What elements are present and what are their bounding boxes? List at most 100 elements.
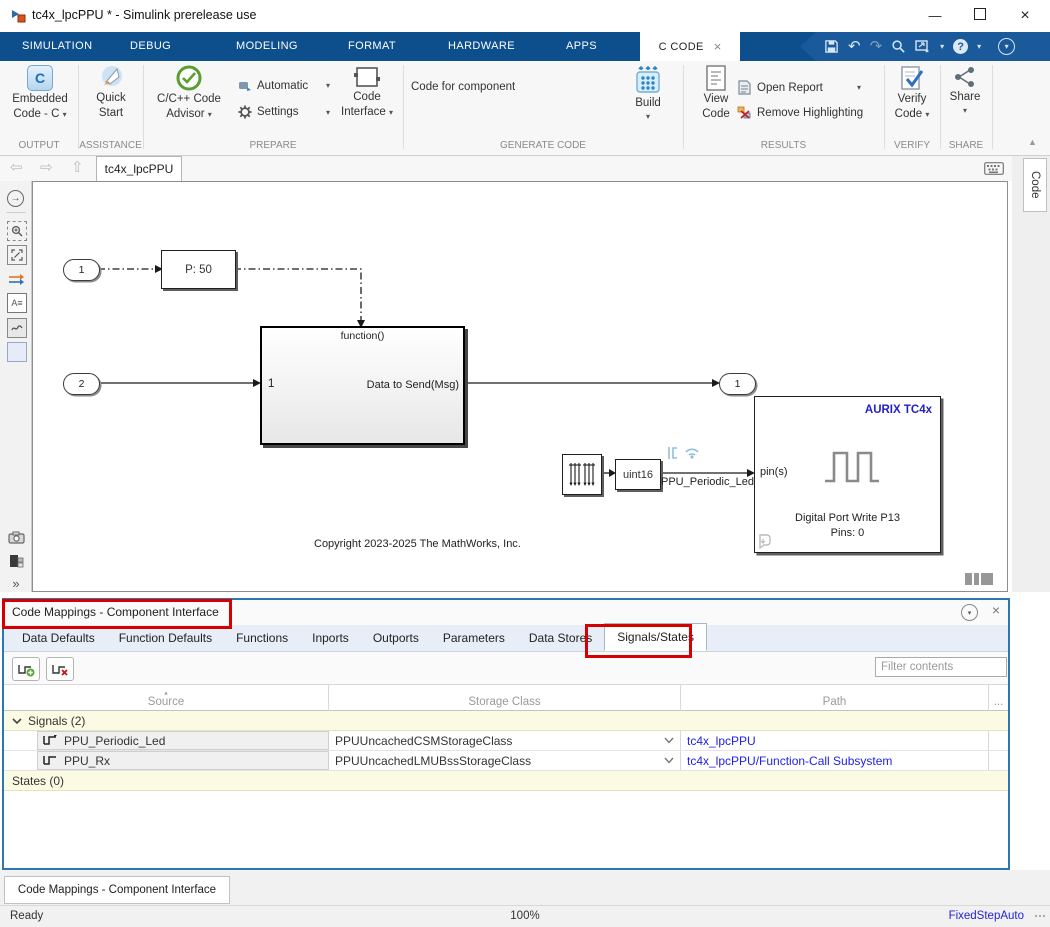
view-code-button[interactable]: View Code (697, 65, 735, 121)
code-for-component-label: Code for component (411, 81, 515, 93)
column-header-source[interactable]: ▲ Source (4, 685, 329, 711)
tab-outports[interactable]: Outports (361, 625, 431, 651)
search-icon[interactable] (891, 39, 906, 54)
nav-forward-icon[interactable]: ⇨ (40, 158, 53, 176)
group-label-results: RESULTS (683, 140, 884, 151)
camera-icon[interactable] (7, 528, 25, 546)
resize-grip[interactable] (1034, 914, 1046, 918)
signal-editor-block[interactable] (562, 454, 602, 495)
dropdown-icon: ▾ (857, 83, 861, 92)
group-divider (683, 65, 684, 149)
aurix-caption-line2: Pins: 0 (755, 527, 940, 539)
zoom-icon[interactable] (7, 221, 27, 241)
signals-group-row[interactable]: Signals (2) (4, 711, 1008, 731)
signal-name-label[interactable]: PPU_Periodic_Led (661, 476, 754, 488)
annotation-icon[interactable]: A≡ (7, 293, 27, 313)
code-advisor-button[interactable]: C/C++ Code Advisor ▾ (146, 65, 232, 121)
tab-c-code[interactable]: C CODE × (640, 32, 740, 61)
panes-layout-icon[interactable] (963, 567, 993, 585)
report-doc-icon (737, 80, 752, 95)
tab-functions[interactable]: Functions (224, 625, 300, 651)
maximize-button[interactable] (965, 6, 995, 26)
tab-apps[interactable]: APPS (558, 32, 605, 61)
undo-icon[interactable]: ↶ (848, 39, 861, 54)
tab-format[interactable]: FORMAT (340, 32, 404, 61)
close-c-code-tab-icon[interactable]: × (714, 39, 722, 54)
tab-signals-states[interactable]: Signals/States (604, 623, 707, 651)
storage-class-select[interactable]: PPUUncachedLMUBssStorageClass (329, 751, 681, 770)
collapse-ribbon-icon[interactable]: ▲ (1028, 137, 1037, 147)
column-header-storage-class[interactable]: Storage Class (329, 685, 681, 711)
column-header-more[interactable]: ... (989, 685, 1008, 711)
dropdown-icon: ▾ (326, 108, 330, 117)
tab-debug[interactable]: DEBUG (122, 32, 179, 61)
signal-routing-icon[interactable] (7, 270, 25, 288)
path-link[interactable]: tc4x_lpcPPU/Function-Call Subsystem (681, 751, 989, 770)
code-side-tab[interactable]: Code (1023, 158, 1047, 212)
hide-explorer-icon[interactable]: → (7, 190, 24, 207)
tab-modeling[interactable]: MODELING (228, 32, 306, 61)
filter-contents-input[interactable] (875, 657, 1007, 677)
nav-back-icon[interactable]: ⇦ (10, 158, 23, 176)
table-row[interactable]: PPU_Periodic_Led PPUUncachedCSMStorageCl… (4, 731, 1008, 751)
tab-simulation[interactable]: SIMULATION (14, 32, 100, 61)
help-icon[interactable]: ? (953, 39, 968, 54)
p-50-block[interactable]: P: 50 (161, 250, 236, 289)
minimize-button[interactable]: — (920, 6, 950, 26)
function-call-subsystem-block[interactable]: function() 1 Data to Send(Msg) (260, 326, 465, 445)
tab-function-defaults[interactable]: Function Defaults (107, 625, 224, 651)
dropdown-icon: ▾ (646, 112, 650, 121)
tab-parameters[interactable]: Parameters (431, 625, 517, 651)
add-signal-button[interactable] (12, 657, 40, 681)
remove-highlighting-button[interactable]: Remove Highlighting (737, 105, 877, 120)
panel-tab-bar: Data Defaults Function Defaults Function… (4, 625, 1008, 652)
save-icon[interactable] (824, 39, 839, 54)
aurix-digital-port-write-block[interactable]: AURIX TC4x pin(s) Digital Port Write P13… (754, 396, 941, 553)
states-group-row[interactable]: States (0) (4, 771, 1008, 791)
diagram-canvas[interactable]: 1 P: 50 2 function() 1 Data to Send(Msg)… (32, 181, 1008, 592)
code-mappings-bottom-tab[interactable]: Code Mappings - Component Interface (4, 876, 230, 904)
outport-1-block[interactable]: 1 (719, 373, 756, 395)
storage-class-select[interactable]: PPUUncachedCSMStorageClass (329, 731, 681, 750)
subsystem-outport-label: Data to Send(Msg) (367, 379, 459, 391)
breadcrumb[interactable]: tc4x_lpcPPU (96, 156, 182, 181)
layout-icon[interactable] (915, 40, 931, 54)
panel-minimize-icon[interactable]: ▾ (961, 604, 978, 621)
share-button[interactable]: Share ▾ (944, 65, 986, 115)
nav-up-icon[interactable]: ⇧ (71, 158, 84, 176)
help-dropdown-icon[interactable]: ▾ (977, 42, 981, 51)
panel-close-icon[interactable]: × (992, 602, 1000, 618)
capture-image-icon[interactable] (7, 552, 25, 570)
table-row[interactable]: PPU_Rx PPUUncachedLMUBssStorageClass tc4… (4, 751, 1008, 771)
embedded-code-button[interactable]: C Embedded Code - C ▾ (6, 65, 74, 121)
path-link[interactable]: tc4x_lpcPPU (681, 731, 989, 750)
inport-1-block[interactable]: 1 (63, 259, 100, 281)
tab-hardware[interactable]: HARDWARE (440, 32, 523, 61)
close-window-button[interactable]: × (1010, 6, 1040, 26)
layout-dropdown-icon[interactable]: ▾ (940, 42, 944, 51)
minimize-toolstrip-icon[interactable]: ▾ (998, 38, 1015, 55)
column-header-path[interactable]: Path (681, 685, 989, 711)
inport-2-block[interactable]: 2 (63, 373, 100, 395)
settings-dropdown[interactable]: Settings ▾ (238, 105, 330, 119)
tab-data-defaults[interactable]: Data Defaults (10, 625, 107, 651)
build-button[interactable]: Build ▾ (624, 65, 672, 121)
open-report-dropdown[interactable]: Open Report ▾ (737, 80, 861, 95)
area-box-icon[interactable] (7, 342, 27, 362)
quick-start-button[interactable]: Quick Start (83, 65, 139, 120)
view-code-doc-icon (705, 65, 727, 91)
solver-label[interactable]: FixedStepAuto (949, 910, 1024, 922)
keyboard-icon[interactable] (984, 162, 1004, 175)
remove-signal-button[interactable] (46, 657, 74, 681)
quick-access-toolbar: ↶ ↷ ▾ ? ▾ ▾ (800, 32, 1050, 61)
tab-data-stores[interactable]: Data Stores (517, 625, 604, 651)
collapse-chevron-icon[interactable] (12, 717, 22, 725)
uint16-conversion-block[interactable]: uint16 (615, 459, 661, 490)
expand-palette-icon[interactable]: » (7, 574, 25, 592)
tab-inports[interactable]: Inports (300, 625, 361, 651)
image-viewer-icon[interactable] (7, 318, 27, 338)
fit-to-view-icon[interactable] (7, 245, 27, 265)
verify-code-button[interactable]: Verify Code ▾ (888, 65, 936, 121)
automatic-dropdown[interactable]: Automatic ▾ (238, 79, 330, 92)
code-interface-button[interactable]: Code Interface ▾ (336, 65, 398, 119)
